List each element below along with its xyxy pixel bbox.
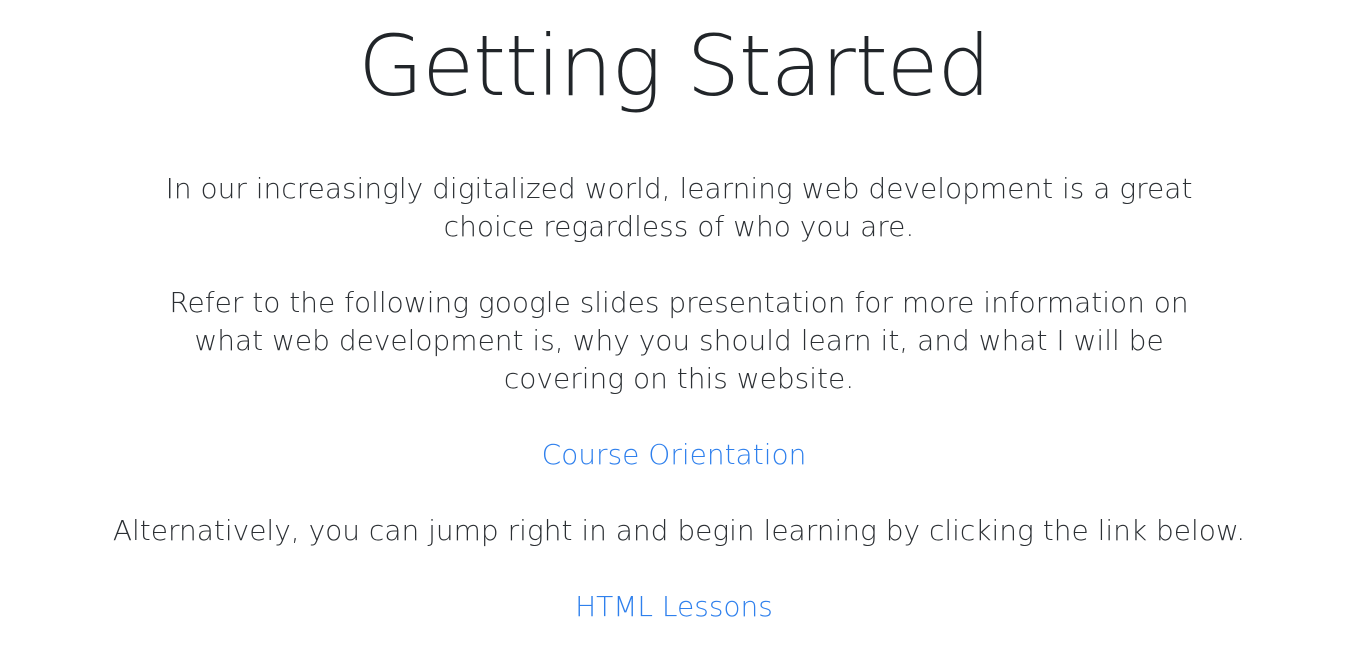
html-lessons-link[interactable]: HTML Lessons (575, 590, 773, 623)
course-orientation-link[interactable]: Course Orientation (542, 438, 807, 471)
orientation-link-container: Course Orientation (0, 436, 1348, 474)
page-title: Getting Started (358, 17, 991, 115)
lessons-link-container: HTML Lessons (0, 588, 1348, 626)
refer-paragraph: Refer to the following google slides pre… (169, 286, 1189, 395)
alternative-paragraph: Alternatively, you can jump right in and… (112, 514, 1246, 547)
intro-paragraph: In our increasingly digitalized world, l… (165, 172, 1193, 243)
